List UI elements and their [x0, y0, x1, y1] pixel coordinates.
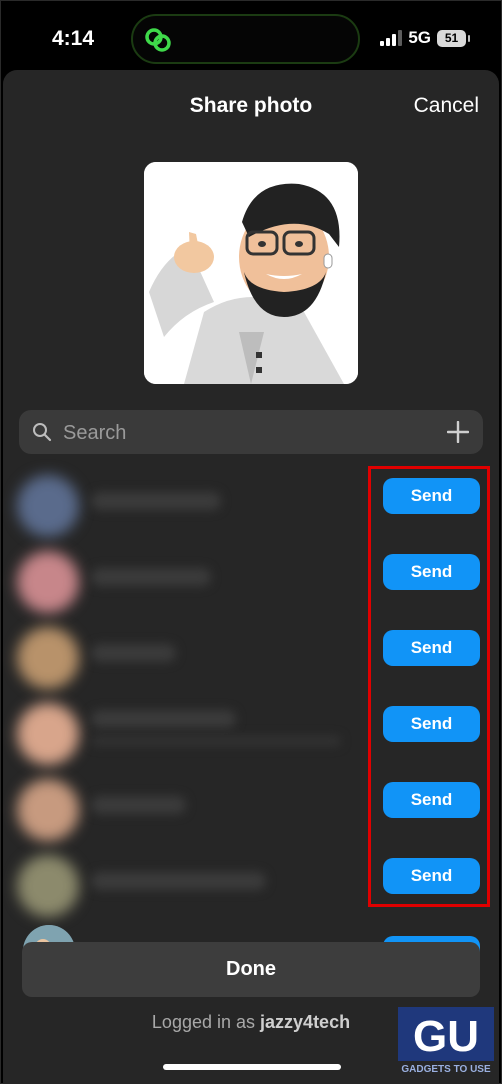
- search-icon: [33, 423, 52, 442]
- logged-in-prefix: Logged in as: [151, 1012, 256, 1032]
- avatar: [17, 627, 79, 689]
- search-input[interactable]: [61, 410, 435, 456]
- done-button[interactable]: Done: [22, 942, 480, 997]
- home-indicator: [163, 1064, 341, 1070]
- signal-icon: [380, 30, 403, 46]
- cancel-button[interactable]: Cancel: [414, 94, 479, 118]
- link-app-icon: [145, 28, 171, 52]
- contact-name-blurred: [91, 568, 211, 586]
- status-indicators: 5G 51: [380, 28, 470, 48]
- avatar: [17, 779, 79, 841]
- watermark-text: GADGETS TO USE: [401, 1064, 491, 1075]
- contact-name-blurred: [91, 492, 221, 510]
- username: jazzy4tech: [260, 1012, 351, 1032]
- contact-subtitle-blurred: [91, 736, 341, 746]
- search-bar: [19, 410, 483, 456]
- avatar: [17, 855, 79, 917]
- avatar: [17, 475, 79, 537]
- photo-preview: [144, 162, 358, 384]
- memoji-image: [144, 162, 358, 384]
- svg-text:GU: GU: [413, 1012, 479, 1061]
- contact-name-blurred: [91, 710, 236, 728]
- avatar: [17, 703, 79, 765]
- add-group-icon[interactable]: [447, 421, 469, 443]
- network-type: 5G: [408, 28, 431, 47]
- status-time: 4:14: [52, 27, 95, 50]
- battery-icon: 51: [437, 29, 470, 47]
- gadgets-to-use-logo: GU GADGETS TO USE: [398, 1007, 494, 1075]
- share-sheet: Share photo Cancel Search Send Send Send…: [3, 70, 499, 1084]
- dynamic-island: [131, 14, 360, 64]
- avatar: [17, 551, 79, 613]
- contact-name-blurred: [91, 644, 176, 662]
- annotation-highlight-box: [368, 466, 490, 907]
- contact-name-blurred: [91, 796, 186, 814]
- contact-name-blurred: [91, 872, 266, 890]
